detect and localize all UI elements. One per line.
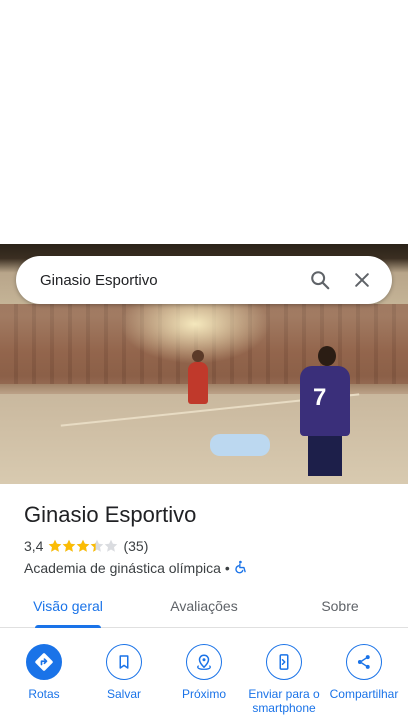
place-info: Ginasio Esportivo 3,4 (35) Academia de g…	[24, 500, 394, 578]
close-icon[interactable]	[344, 262, 380, 298]
tab-reviews[interactable]: Avaliações	[136, 584, 272, 627]
star-icon	[48, 539, 62, 553]
separator: •	[224, 560, 230, 576]
nearby-icon[interactable]	[186, 644, 222, 680]
tab-overview[interactable]: Visão geral	[0, 584, 136, 628]
star-icon	[76, 539, 90, 553]
nearby-button[interactable]: Próximo	[168, 644, 240, 728]
review-count: (35)	[123, 538, 149, 554]
wheelchair-icon	[234, 560, 248, 577]
rating-row[interactable]: 3,4 (35)	[24, 536, 394, 556]
directions-button[interactable]: Rotas	[8, 644, 80, 728]
search-query[interactable]: Ginasio Esportivo	[40, 272, 296, 289]
rating-value: 3,4	[24, 538, 44, 554]
photo-player: 7	[300, 346, 350, 476]
search-icon[interactable]	[302, 262, 338, 298]
star-icon	[104, 539, 118, 553]
search-bar[interactable]: Ginasio Esportivo	[16, 256, 392, 304]
bookmark-icon[interactable]	[106, 644, 142, 680]
save-button[interactable]: Salvar	[88, 644, 160, 728]
save-label: Salvar	[106, 687, 141, 701]
send-to-phone-icon[interactable]	[266, 644, 302, 680]
star-icon	[90, 539, 104, 553]
place-title: Ginasio Esportivo	[24, 502, 197, 527]
category-row: Academia de ginástica olímpica •	[24, 558, 394, 578]
action-buttons: Rotas Salvar Próximo Enviar para o smart…	[0, 644, 408, 728]
map-blank-area	[0, 0, 408, 244]
nearby-label: Próximo	[181, 687, 226, 701]
share-label: Compartilhar	[329, 687, 399, 701]
send-to-phone-label: Enviar para o smartphone	[248, 687, 320, 715]
star-icon	[62, 539, 76, 553]
rating-stars	[48, 539, 118, 553]
share-icon[interactable]	[346, 644, 382, 680]
directions-label: Rotas	[28, 687, 60, 701]
share-button[interactable]: Compartilhar	[328, 644, 400, 728]
jersey-number: 7	[313, 384, 327, 411]
place-category: Academia de ginástica olímpica	[24, 560, 221, 576]
photo-player	[188, 350, 208, 404]
send-to-phone-button[interactable]: Enviar para o smartphone	[248, 644, 320, 728]
photo-player	[210, 434, 270, 456]
place-tabs: Visão geral Avaliações Sobre	[0, 584, 408, 628]
tab-about[interactable]: Sobre	[272, 584, 408, 627]
directions-icon[interactable]	[26, 644, 62, 680]
